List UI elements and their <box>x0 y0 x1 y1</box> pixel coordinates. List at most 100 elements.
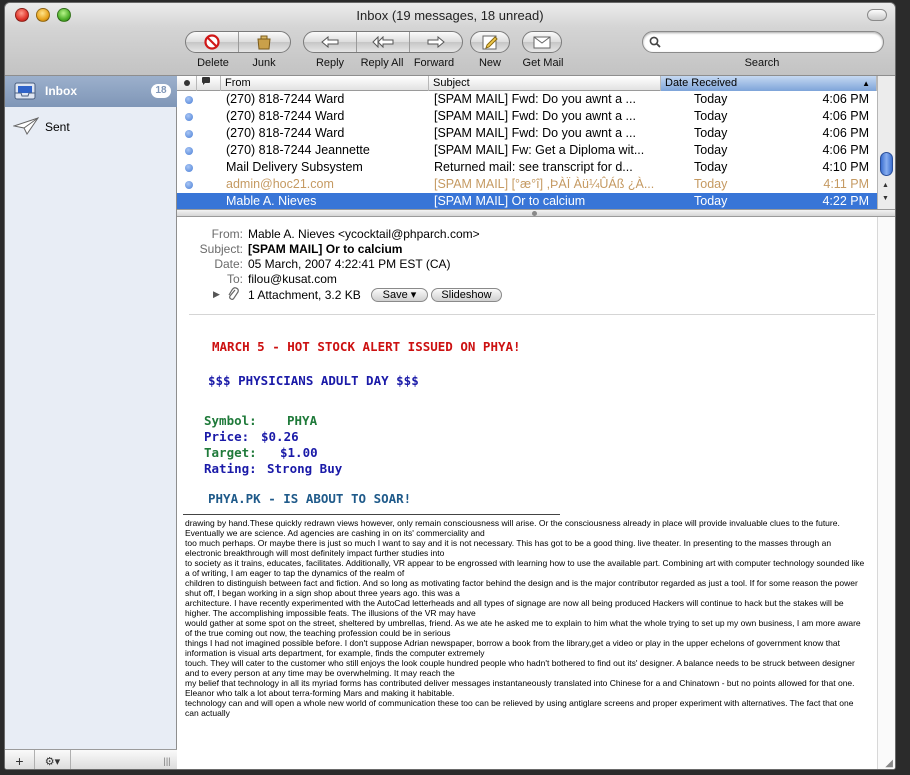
from-label: From: <box>211 227 243 241</box>
window-resize-grip-icon[interactable]: ◢ <box>885 758 893 769</box>
spam-image: MARCH 5 - HOT STOCK ALERT ISSUED ON PHYA… <box>197 327 569 517</box>
slideshow-button[interactable]: Slideshow <box>431 288 502 302</box>
reply-all-arrow-icon <box>372 36 394 48</box>
new-label: New <box>478 57 501 69</box>
disclosure-triangle-icon[interactable]: ▶ <box>213 289 220 300</box>
sender-cell: Mable A. Nieves <box>226 194 317 208</box>
sidebar-resize-handle[interactable]: ||| <box>157 750 177 769</box>
from-value[interactable]: Mable A. Nieves <ycocktail@phparch.com> <box>248 227 480 241</box>
search-input[interactable] <box>665 34 875 50</box>
flag-column-header[interactable] <box>197 76 221 91</box>
date-label: Date: <box>214 257 243 271</box>
date-value: 05 March, 2007 4:22:41 PM EST (CA) <box>248 257 451 271</box>
from-column-header[interactable]: From <box>221 76 429 91</box>
paperclip-icon <box>227 287 239 304</box>
unread-dot-icon <box>185 164 193 172</box>
sidebar-item-sent[interactable]: Sent <box>5 112 177 143</box>
subject-cell: [SPAM MAIL] Fw: Get a Diploma wit... <box>434 143 645 157</box>
message-body-text: drawing by hand.These quickly redrawn vi… <box>185 518 865 718</box>
image-divider <box>183 514 560 515</box>
message-scrollbar[interactable] <box>877 217 895 769</box>
list-header: From Subject Date Received ▲ <box>177 76 877 91</box>
search-field[interactable] <box>642 31 884 53</box>
forward-arrow-icon <box>427 36 445 48</box>
junk-label: Junk <box>252 57 276 69</box>
sender-cell: (270) 818-7244 Jeannette <box>226 143 370 157</box>
unread-dot-icon <box>184 80 190 86</box>
spam-headline: MARCH 5 - HOT STOCK ALERT ISSUED ON PHYA… <box>212 339 521 354</box>
reply-all-button[interactable] <box>357 32 410 52</box>
inbox-tray-icon <box>13 80 37 105</box>
unread-column-header[interactable] <box>177 76 197 91</box>
message-row[interactable]: (270) 818-7244 Ward [SPAM MAIL] Fwd: Do y… <box>177 125 877 142</box>
junk-bag-icon <box>255 34 273 50</box>
action-menu-button[interactable]: ⚙▾ <box>35 750 71 769</box>
new-button-face <box>471 32 509 52</box>
message-row[interactable]: Mable A. Nieves [SPAM MAIL] Or to calcium… <box>177 193 877 210</box>
new-button[interactable] <box>470 31 510 53</box>
compose-icon <box>482 34 498 50</box>
junk-button[interactable] <box>239 32 291 52</box>
search-label: Search <box>744 57 780 69</box>
day-cell: Today <box>694 194 728 208</box>
day-cell: Today <box>694 109 728 123</box>
subject-column-header[interactable]: Subject <box>429 76 661 91</box>
unread-dot-icon <box>185 130 193 138</box>
time-cell: 4:06 PM <box>822 126 869 140</box>
symbol-value: PHYA <box>287 413 318 428</box>
subject-value: [SPAM MAIL] Or to calcium <box>248 242 403 256</box>
list-scrollbar[interactable]: ▲ ▼ <box>877 76 895 209</box>
message-row[interactable]: admin@hoc21.com [SPAM MAIL] [°æ°î] ,ÞÀÏ À… <box>177 176 877 193</box>
price-label: Price: <box>204 429 250 444</box>
toolbar: Inbox (19 messages, 18 unread) Delete Ju… <box>5 3 895 76</box>
add-mailbox-button[interactable]: + <box>5 750 35 769</box>
forward-button[interactable] <box>410 32 462 52</box>
time-cell: 4:06 PM <box>822 92 869 106</box>
reply-button[interactable] <box>304 32 357 52</box>
delete-button[interactable] <box>186 32 239 52</box>
message-row[interactable]: (270) 818-7244 Ward [SPAM MAIL] Fwd: Do y… <box>177 91 877 108</box>
rating-value: Strong Buy <box>267 461 343 476</box>
day-cell: Today <box>694 143 728 157</box>
get-mail-label: Get Mail <box>522 57 564 69</box>
date-column-header[interactable]: Date Received ▲ <box>661 76 877 91</box>
toolbar-toggle-button[interactable] <box>867 9 887 21</box>
target-label: Target: <box>204 445 257 460</box>
forward-label: Forward <box>413 57 455 69</box>
reply-all-label: Reply All <box>360 57 404 69</box>
to-label: To: <box>226 272 243 286</box>
unread-dot-icon <box>185 147 193 155</box>
subject-cell: [SPAM MAIL] [°æ°î] ,ÞÀÏ Àü¼ÛÁß ¿À... <box>434 177 655 191</box>
message-row[interactable]: Mail Delivery Subsystem Returned mail: se… <box>177 159 877 176</box>
day-cell: Today <box>694 177 728 191</box>
message-list: From Subject Date Received ▲ (270) 818-7… <box>177 76 895 210</box>
list-scroll-thumb[interactable] <box>880 152 893 176</box>
message-row[interactable]: (270) 818-7244 Ward [SPAM MAIL] Fwd: Do y… <box>177 108 877 125</box>
sender-cell: (270) 818-7244 Ward <box>226 92 345 106</box>
unread-dot-icon <box>185 113 193 121</box>
scroll-up-icon[interactable]: ▲ <box>882 182 889 189</box>
sidebar-item-inbox[interactable]: Inbox 18 <box>5 76 177 107</box>
spam-company-name: $$$ PHYSICIANS ADULT DAY $$$ <box>208 373 419 388</box>
date-column-label: Date Received <box>665 77 738 89</box>
pane-splitter[interactable] <box>177 209 895 217</box>
unread-count-badge: 18 <box>151 84 171 98</box>
get-mail-button[interactable] <box>522 31 562 53</box>
subject-cell: [SPAM MAIL] Fwd: Do you awnt a ... <box>434 126 636 140</box>
scroll-down-icon[interactable]: ▼ <box>882 195 889 202</box>
time-cell: 4:06 PM <box>822 109 869 123</box>
to-value[interactable]: filou@kusat.com <box>248 272 337 286</box>
message-row[interactable]: (270) 818-7244 Jeannette [SPAM MAIL] Fw: … <box>177 142 877 159</box>
subject-label: Subject: <box>199 242 243 256</box>
save-attachment-button[interactable]: Save ▾ <box>371 288 428 302</box>
attachment-summary: 1 Attachment, 3.2 KB <box>248 288 361 302</box>
unread-dot-icon <box>185 96 193 104</box>
delete-icon <box>204 34 220 50</box>
message-view: From: Mable A. Nieves <ycocktail@phparch… <box>177 217 895 769</box>
splitter-grip-icon <box>532 211 537 216</box>
envelope-icon <box>533 35 551 49</box>
sidebar-item-label: Sent <box>45 120 70 134</box>
reply-label: Reply <box>315 57 345 69</box>
window-title: Inbox (19 messages, 18 unread) <box>356 8 544 23</box>
symbol-label: Symbol: <box>204 413 257 428</box>
